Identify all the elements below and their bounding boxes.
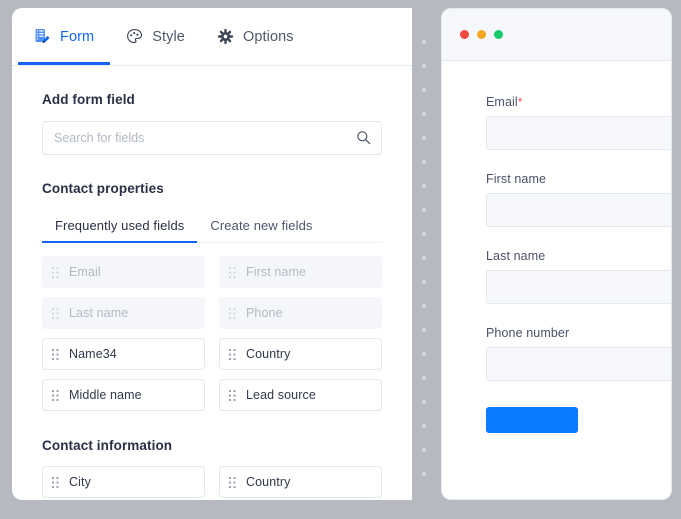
drag-handle-icon — [229, 307, 237, 319]
panel-divider — [422, 40, 428, 500]
divider-dot — [422, 160, 426, 164]
divider-dot — [422, 280, 426, 284]
editor-tab-bar: Form Style Options — [12, 8, 412, 66]
submit-button[interactable] — [486, 407, 578, 433]
tab-options-label: Options — [242, 28, 294, 45]
divider-dot — [422, 64, 426, 68]
divider-dot — [422, 328, 426, 332]
drag-handle-icon — [52, 307, 60, 319]
divider-dot — [422, 304, 426, 308]
gear-icon — [217, 28, 234, 45]
divider-dot — [422, 208, 426, 212]
tab-form[interactable]: Form — [18, 8, 111, 65]
subtab-create-new-fields-label: Create new fields — [210, 218, 313, 233]
drag-handle-icon — [229, 476, 237, 488]
preview-field-label-text: Last name — [486, 249, 546, 263]
field-chip[interactable]: Country — [219, 338, 382, 370]
field-chip-label: Country — [246, 347, 291, 361]
field-chip: First name — [219, 256, 382, 288]
preview-field-label: Last name — [486, 249, 671, 263]
search-field-wrapper — [42, 121, 382, 155]
field-chip-label: Middle name — [69, 388, 142, 402]
drag-handle-icon — [229, 348, 237, 360]
preview-browser-bar — [442, 9, 671, 61]
subtab-frequently-used-fields-label: Frequently used fields — [55, 218, 185, 233]
preview-field-label: First name — [486, 172, 671, 186]
preview-field-email: Email* — [486, 95, 671, 150]
field-chip-label: First name — [246, 265, 307, 279]
form-preview-panel: Email* First name Last name Phone number — [441, 8, 672, 500]
field-chip-label: Name34 — [69, 347, 117, 361]
contact-information-heading: Contact information — [42, 438, 173, 453]
divider-dot — [422, 376, 426, 380]
divider-dot — [422, 472, 426, 476]
tab-style[interactable]: Style — [110, 8, 201, 65]
contact-properties-subtabs: Frequently used fields Create new fields — [42, 212, 382, 243]
drag-handle-icon — [229, 266, 237, 278]
close-dot-icon[interactable] — [460, 30, 469, 39]
tab-options[interactable]: Options — [201, 8, 310, 65]
field-chip[interactable]: Name34 — [42, 338, 205, 370]
field-chip-label: Lead source — [246, 388, 316, 402]
field-chip-label: City — [69, 475, 91, 489]
preview-field-label-text: First name — [486, 172, 547, 186]
subtab-frequently-used-fields[interactable]: Frequently used fields — [42, 212, 198, 243]
field-chip-label: Country — [246, 475, 291, 489]
field-chip: Last name — [42, 297, 205, 329]
required-asterisk: * — [517, 95, 523, 109]
preview-field-label: Phone number — [486, 326, 671, 340]
field-chip[interactable]: City — [42, 466, 205, 498]
drag-handle-icon — [52, 476, 60, 488]
divider-dot — [422, 352, 426, 356]
preview-field-last-name: Last name — [486, 249, 671, 304]
divider-dot — [422, 112, 426, 116]
field-chip[interactable]: Lead source — [219, 379, 382, 411]
preview-input-first-name[interactable] — [486, 193, 671, 227]
drag-handle-icon — [229, 389, 237, 401]
search-input[interactable] — [42, 121, 382, 155]
tab-form-label: Form — [60, 28, 95, 45]
field-chip-label: Last name — [69, 306, 129, 320]
field-chip[interactable]: Middle name — [42, 379, 205, 411]
maximize-dot-icon[interactable] — [494, 30, 503, 39]
field-chip-label: Phone — [246, 306, 283, 320]
contact-information-field-grid: City Country — [42, 466, 382, 498]
divider-dot — [422, 136, 426, 140]
drag-handle-icon — [52, 348, 60, 360]
field-chip: Email — [42, 256, 205, 288]
drag-handle-icon — [52, 266, 60, 278]
preview-field-phone-number: Phone number — [486, 326, 671, 381]
preview-input-last-name[interactable] — [486, 270, 671, 304]
tab-style-label: Style — [152, 28, 185, 45]
subtab-create-new-fields[interactable]: Create new fields — [197, 212, 325, 242]
contact-properties-field-grid: Email First name Last name Phone Name34 … — [42, 256, 382, 411]
preview-input-email[interactable] — [486, 116, 671, 150]
divider-dot — [422, 424, 426, 428]
divider-dot — [422, 40, 426, 44]
preview-field-label: Email* — [486, 95, 671, 109]
drag-handle-icon — [52, 389, 60, 401]
divider-dot — [422, 184, 426, 188]
minimize-dot-icon[interactable] — [477, 30, 486, 39]
field-chip: Phone — [219, 297, 382, 329]
field-chip[interactable]: Country — [219, 466, 382, 498]
editor-content: Add form field Contact properties Freque… — [12, 92, 412, 498]
preview-form: Email* First name Last name Phone number — [442, 61, 671, 438]
preview-field-label-text: Phone number — [486, 326, 570, 340]
form-editor-panel: Form Style Options Add form field Search… — [12, 8, 412, 500]
divider-dot — [422, 400, 426, 404]
add-form-field-heading: Add form field — [42, 92, 135, 107]
preview-field-label-text: Email — [486, 95, 518, 109]
divider-dot — [422, 232, 426, 236]
divider-dot — [422, 88, 426, 92]
palette-icon — [126, 28, 143, 45]
preview-input-phone-number[interactable] — [486, 347, 671, 381]
divider-dot — [422, 256, 426, 260]
preview-field-first-name: First name — [486, 172, 671, 227]
field-chip-label: Email — [69, 265, 101, 279]
form-icon — [34, 28, 51, 45]
divider-dot — [422, 448, 426, 452]
contact-properties-heading: Contact properties — [42, 181, 164, 196]
